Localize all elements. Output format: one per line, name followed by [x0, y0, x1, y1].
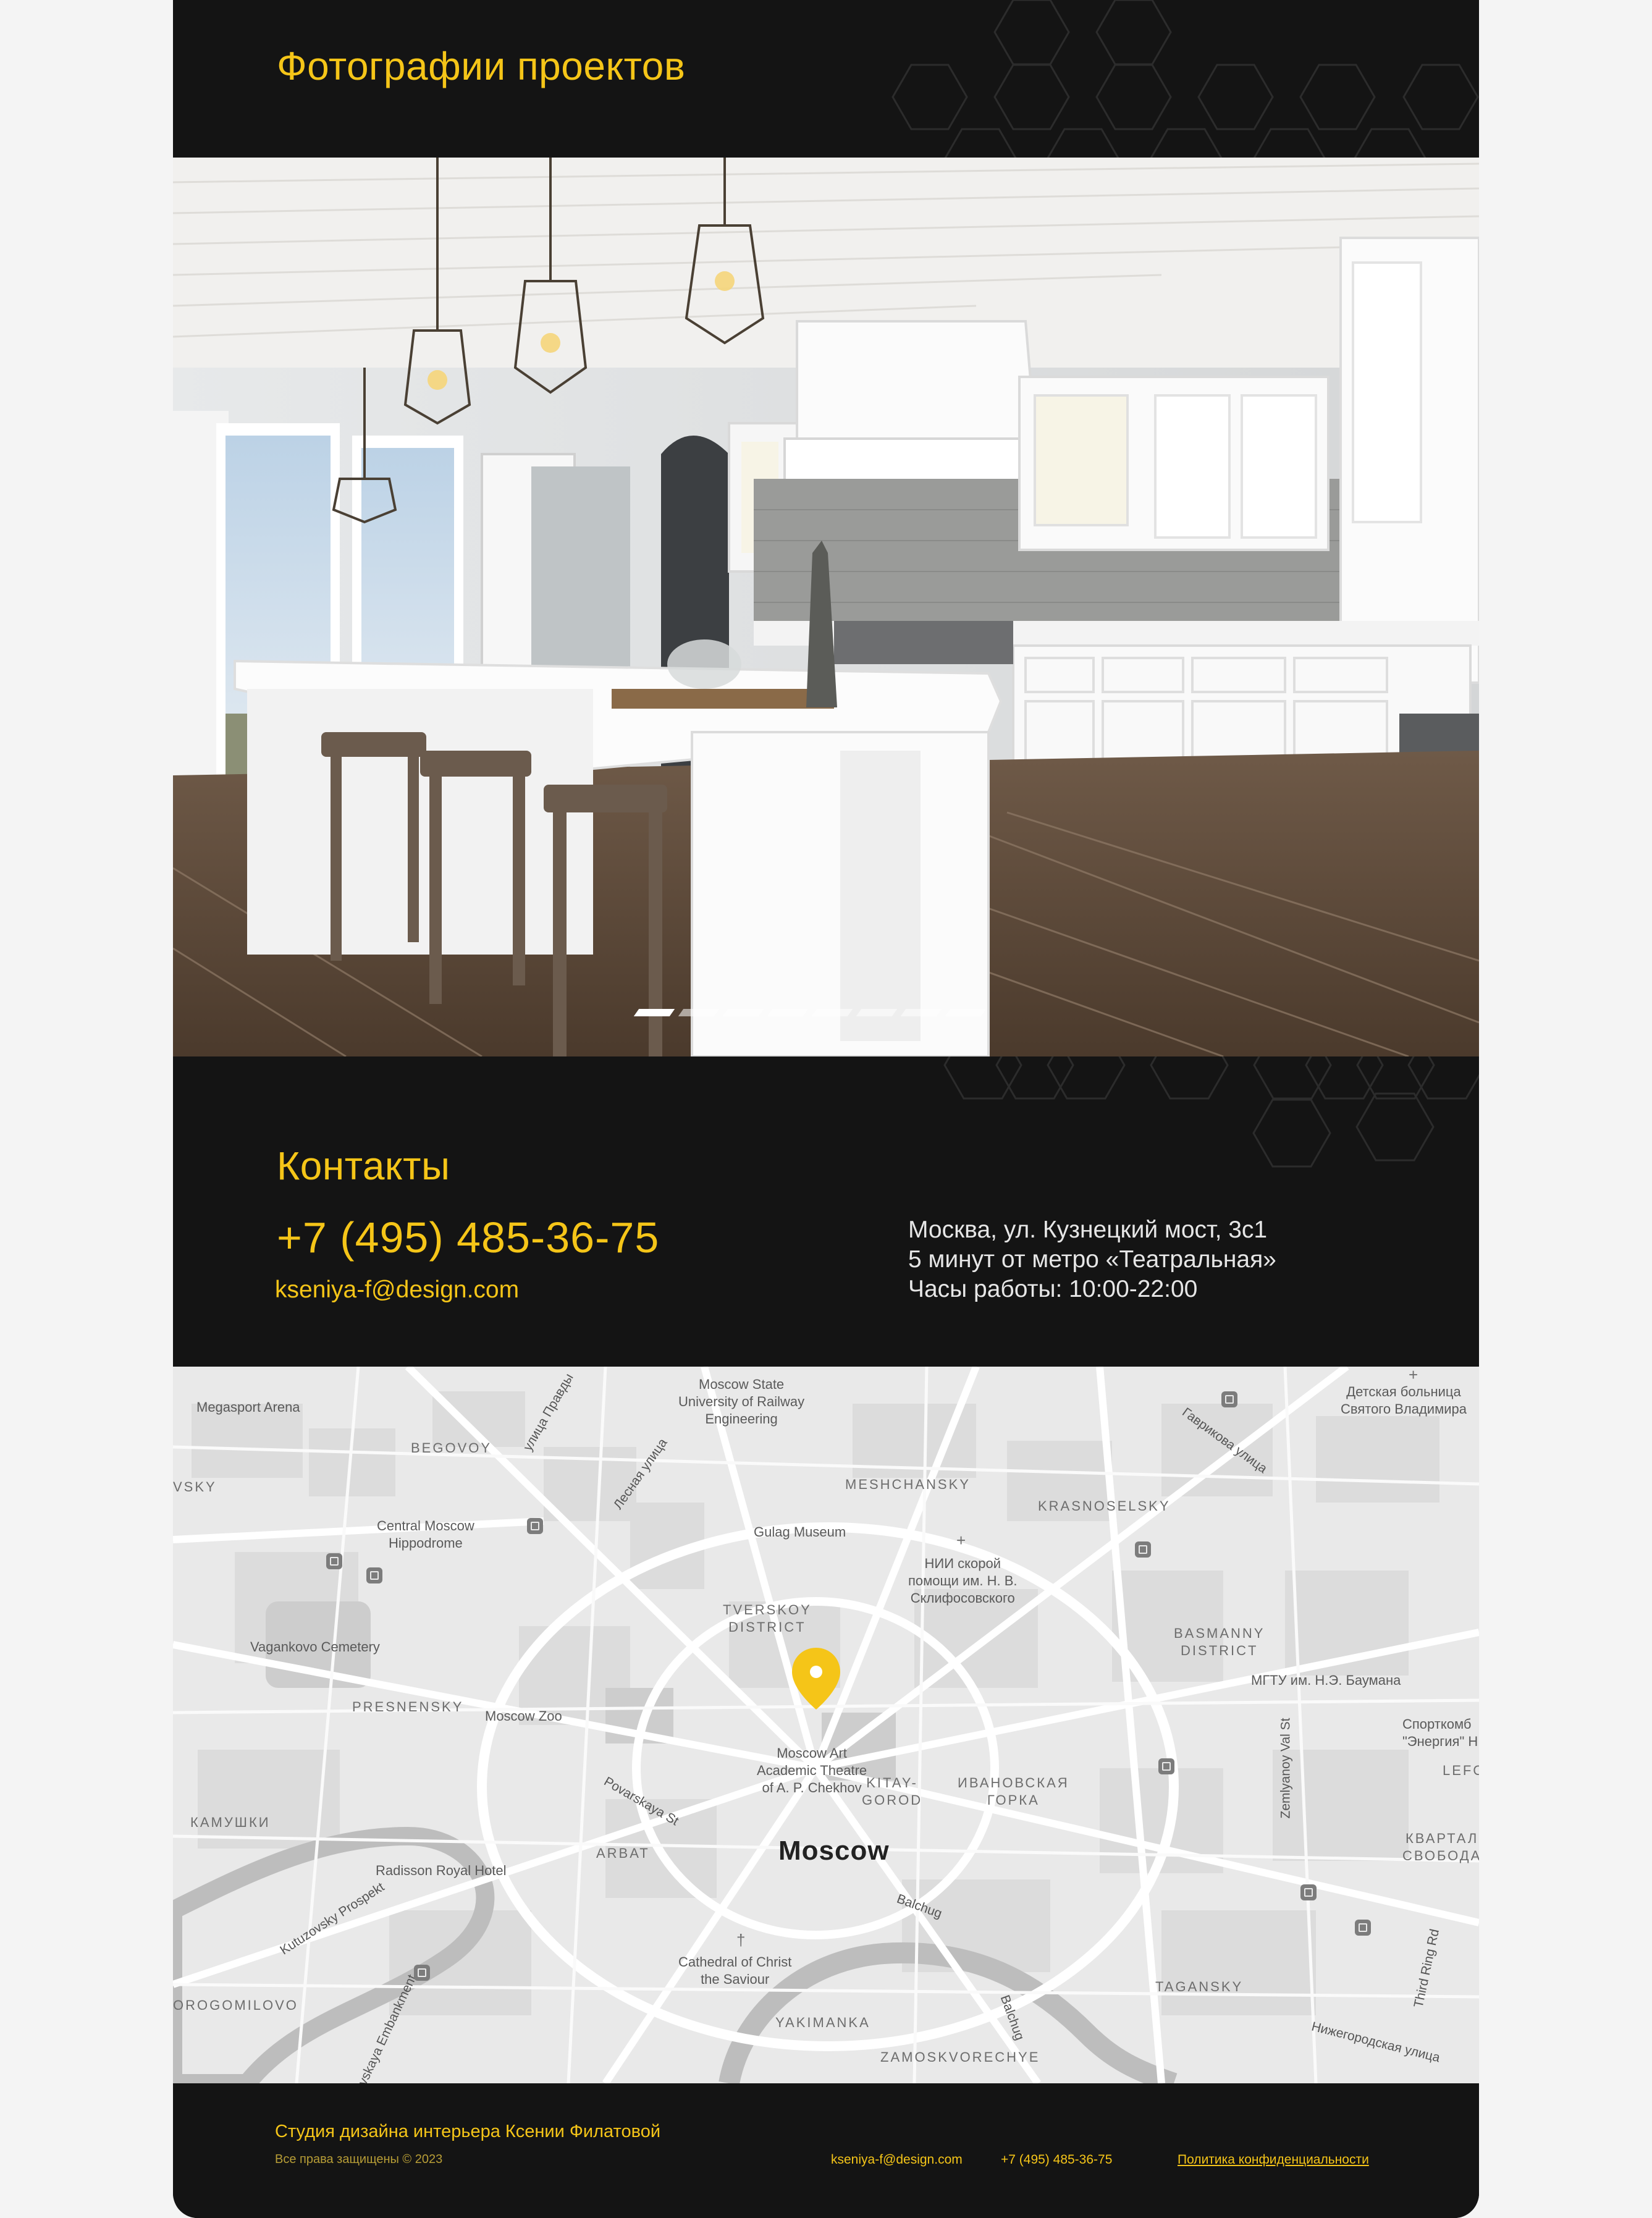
- metro-station-icon[interactable]: [1158, 1758, 1174, 1774]
- photos-section-header: Фотографии проектов: [173, 0, 1479, 158]
- hospital-icon[interactable]: +: [956, 1532, 966, 1548]
- slider-dot[interactable]: [856, 1009, 898, 1016]
- metro-line: 5 минут от метро «Театральная»: [908, 1246, 1276, 1273]
- map-label: Radisson Royal Hotel: [376, 1863, 507, 1878]
- metro-station-icon[interactable]: [1221, 1391, 1237, 1407]
- map-label: TAGANSKY: [1155, 1979, 1244, 1994]
- map-label: YAKIMANKA: [775, 2015, 870, 2030]
- map-label: Moscow Zoo: [485, 1708, 562, 1724]
- map-label: ARBAT: [596, 1845, 650, 1861]
- map-label: НИИ скорой помощи им. Н. В. Склифосовско…: [908, 1556, 1018, 1606]
- metro-station-icon[interactable]: [1355, 1920, 1371, 1936]
- kitchen-photo: [173, 158, 1479, 1056]
- map-label: KITAY- GOROD: [862, 1775, 923, 1808]
- map-label: VSKY: [173, 1479, 217, 1495]
- map-label: KRASNOSELSKY: [1038, 1498, 1171, 1514]
- map-label: МГТУ им. Н.Э. Баумана: [1251, 1672, 1401, 1688]
- map-label: Moscow State University of Railway Engin…: [678, 1377, 805, 1427]
- map-label: OROGOMILOVO: [173, 1997, 298, 2013]
- map-label: КВАРТАЛ СВОБОДА: [1402, 1831, 1479, 1863]
- map-label: Детская больница Святого Владимира: [1341, 1384, 1467, 1417]
- metro-station-icon[interactable]: [366, 1567, 382, 1583]
- project-photo-slider[interactable]: [173, 158, 1479, 1056]
- slider-pagination: [633, 1009, 987, 1016]
- church-icon[interactable]: †: [736, 1932, 745, 1948]
- slider-dot[interactable]: [945, 1009, 987, 1016]
- metro-station-icon[interactable]: [1300, 1884, 1317, 1900]
- map-label: Central Moscow Hippodrome: [377, 1518, 474, 1551]
- map-label: PRESNENSKY: [352, 1699, 464, 1714]
- footer-email-link[interactable]: kseniya-f@design.com: [831, 2153, 963, 2167]
- map[interactable]: Megasport Arena BEGOVOY VSKY улица Правд…: [173, 1367, 1479, 2083]
- address-line: Москва, ул. Кузнецкий мост, 3с1: [908, 1217, 1268, 1243]
- map-label: Megasport Arena: [196, 1399, 300, 1415]
- page: Фотографии проектов Контакты +7 (495) 48…: [173, 0, 1479, 2218]
- slider-dot[interactable]: [633, 1009, 675, 1016]
- footer-phone-link[interactable]: +7 (495) 485-36-75: [1001, 2153, 1112, 2167]
- slider-dot[interactable]: [678, 1009, 720, 1016]
- contacts-section: Контакты +7 (495) 485-36-75 kseniya-f@de…: [173, 1056, 1479, 1367]
- map-city-label: Moscow: [778, 1836, 890, 1866]
- hospital-icon[interactable]: +: [1409, 1367, 1418, 1383]
- map-label: Cathedral of Christ the Saviour: [678, 1954, 792, 1987]
- map-label: Vagankovo Cemetery: [250, 1639, 380, 1655]
- map-label: BASMANNY DISTRICT: [1174, 1626, 1265, 1658]
- map-label: MESHCHANSKY: [845, 1477, 971, 1492]
- footer: Студия дизайна интерьера Ксении Филатово…: [173, 2083, 1479, 2218]
- footer-copyright: Все права защищены © 2023: [275, 2153, 443, 2166]
- map-label: Zemlyanoy Val St: [1278, 1718, 1293, 1819]
- slider-dot[interactable]: [811, 1009, 853, 1016]
- map-label: Gulag Museum: [754, 1524, 846, 1540]
- map-label: ZAMOSKVORECHYE: [880, 2049, 1040, 2065]
- metro-station-icon[interactable]: [527, 1518, 543, 1534]
- map-label: Спорткомб "Энергия" НИ: [1402, 1716, 1479, 1749]
- slider-dot[interactable]: [900, 1009, 942, 1016]
- map-label: КАМУШКИ: [190, 1815, 271, 1830]
- address-block: Москва, ул. Кузнецкий мост, 3с1 5 минут …: [908, 1215, 1276, 1304]
- honeycomb-decoration: [865, 1056, 1479, 1217]
- slider-dot[interactable]: [722, 1009, 764, 1016]
- footer-studio-name: Студия дизайна интерьера Ксении Филатово…: [275, 2122, 661, 2141]
- email-link[interactable]: kseniya-f@design.com: [275, 1276, 519, 1304]
- phone-link[interactable]: +7 (495) 485-36-75: [277, 1213, 659, 1262]
- hours-line: Часы работы: 10:00-22:00: [908, 1276, 1198, 1302]
- metro-station-icon[interactable]: [1135, 1541, 1151, 1558]
- photos-title: Фотографии проектов: [277, 44, 686, 88]
- location-pin-icon[interactable]: [791, 1647, 841, 1711]
- slider-dot[interactable]: [767, 1009, 809, 1016]
- map-label: BEGOVOY: [411, 1440, 492, 1456]
- map-label: TVERSKOY DISTRICT: [723, 1602, 812, 1635]
- map-label: Moscow Art Academic Theatre of A. P. Che…: [757, 1745, 867, 1795]
- privacy-policy-link[interactable]: Политика конфиденциальности: [1178, 2153, 1369, 2167]
- map-label: LEFOR: [1443, 1763, 1479, 1778]
- map-label: ИВАНОВСКАЯ ГОРКА: [958, 1775, 1069, 1808]
- honeycomb-decoration: [846, 0, 1479, 158]
- metro-station-icon[interactable]: [326, 1553, 342, 1569]
- contacts-title: Контакты: [277, 1144, 450, 1188]
- metro-station-icon[interactable]: [414, 1965, 430, 1981]
